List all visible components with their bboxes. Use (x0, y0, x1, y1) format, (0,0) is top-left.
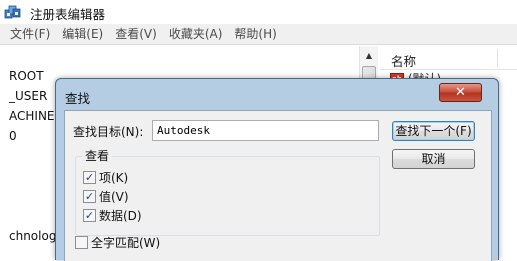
tree-item-user[interactable]: _USER (9, 89, 47, 103)
find-target-input[interactable]: Autodesk (152, 120, 379, 141)
close-icon[interactable]: ✕ (439, 83, 482, 102)
column-divider[interactable] (497, 49, 498, 67)
keys-checkbox[interactable]: ✓ (83, 171, 96, 184)
column-header-name[interactable]: 名称 (380, 46, 517, 70)
find-dialog: 查找 ✕ 查找目标(N): Autodesk 查找下一个(F) 取消 查看 ✓ … (55, 78, 499, 261)
option-values[interactable]: ✓ 值(V) (83, 188, 129, 205)
option-data[interactable]: ✓ 数据(D) (83, 207, 142, 224)
column-header-label: 名称 (391, 54, 417, 69)
tree-item-zero[interactable]: 0 (9, 129, 17, 143)
tree-item-technology[interactable]: chnolog (9, 229, 56, 243)
look-at-group-title: 查看 (82, 147, 113, 164)
registry-editor-icon (4, 5, 21, 19)
tree-item-root[interactable]: ROOT (9, 69, 44, 83)
cancel-button[interactable]: 取消 (392, 149, 475, 169)
dialog-title: 查找 (65, 91, 91, 106)
match-whole-checkbox[interactable] (75, 236, 88, 249)
values-checkbox[interactable]: ✓ (83, 190, 96, 203)
data-checkbox[interactable]: ✓ (83, 209, 96, 222)
option-keys[interactable]: ✓ 项(K) (83, 169, 128, 186)
menu-view[interactable]: 查看(V) (109, 25, 163, 44)
window-title: 注册表编辑器 (30, 7, 106, 22)
menu-edit[interactable]: 编辑(E) (56, 25, 109, 44)
dialog-body: 查找目标(N): Autodesk 查找下一个(F) 取消 查看 ✓ 项(K) … (64, 110, 492, 261)
menu-bar: 文件(F) 编辑(E) 查看(V) 收藏夹(A) 帮助(H) (0, 24, 517, 45)
find-target-label: 查找目标(N): (73, 125, 144, 139)
menu-help[interactable]: 帮助(H) (228, 25, 282, 44)
values-label: 值(V) (99, 190, 129, 204)
keys-label: 项(K) (99, 171, 129, 185)
menu-favorites[interactable]: 收藏夹(A) (163, 25, 229, 44)
find-next-button[interactable]: 查找下一个(F) (392, 121, 475, 141)
tree-item-machine[interactable]: ACHINE (9, 109, 55, 123)
scroll-up-arrow-icon[interactable]: ▲ (360, 46, 378, 64)
window-title-bar: 注册表编辑器 (0, 0, 517, 24)
menu-file[interactable]: 文件(F) (4, 25, 56, 44)
data-label: 数据(D) (99, 209, 142, 223)
option-match-whole[interactable]: 全字匹配(W) (75, 234, 160, 251)
match-whole-label: 全字匹配(W) (91, 236, 161, 250)
